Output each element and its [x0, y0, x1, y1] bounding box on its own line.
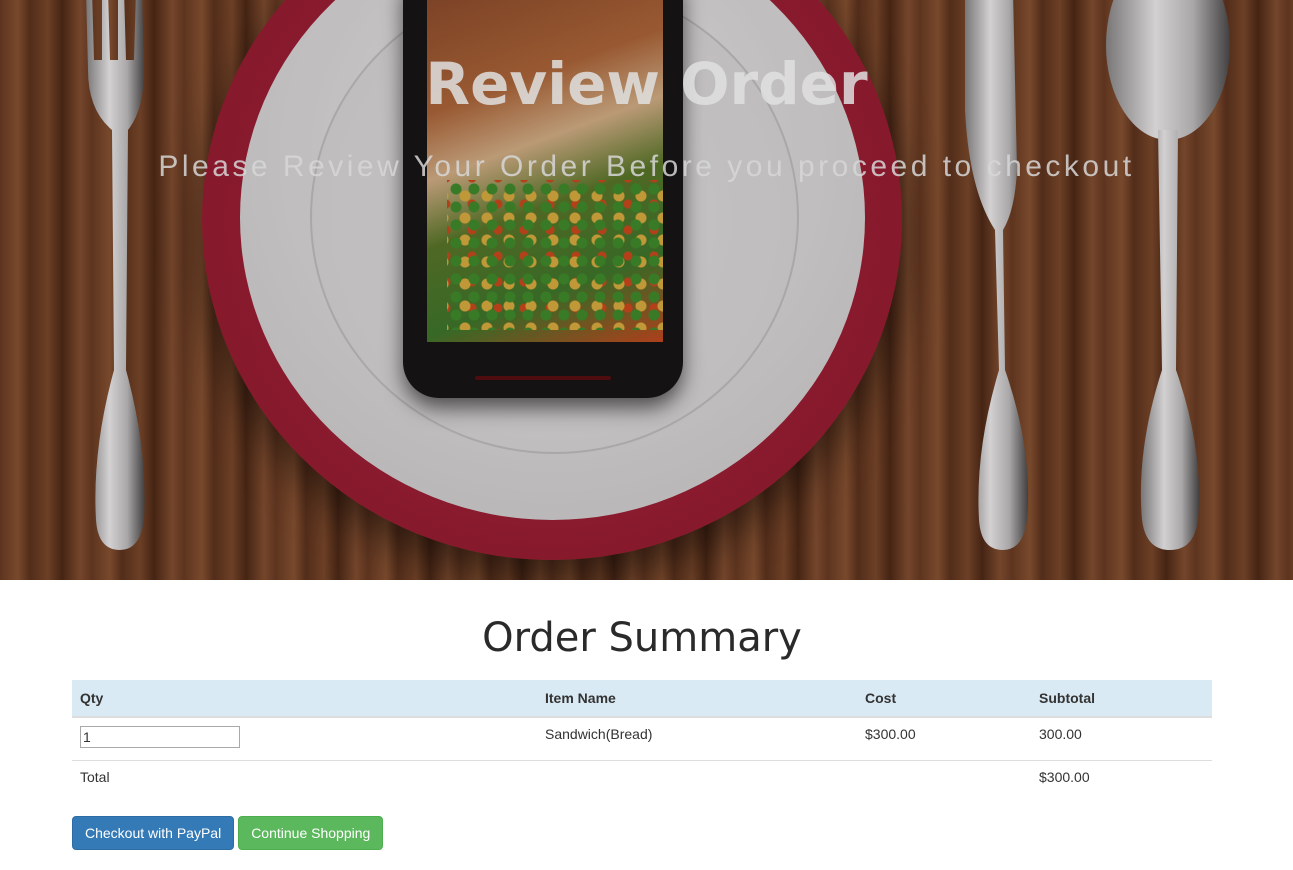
hero-subtitle: Please Review Your Order Before you proc…	[158, 150, 1135, 183]
table-header: Qty Item Name Cost Subtotal	[72, 680, 1212, 718]
total-row: Total $300.00	[72, 760, 1212, 803]
action-buttons: Checkout with PayPal Continue Shopping	[72, 816, 1212, 850]
order-table: Qty Item Name Cost Subtotal Sandwich(Bre…	[72, 680, 1212, 803]
hero-title: Review Order	[425, 50, 868, 118]
column-header-subtotal: Subtotal	[1031, 680, 1212, 718]
column-header-item-name: Item Name	[537, 680, 857, 718]
cost-cell: $300.00	[865, 726, 916, 742]
total-value: $300.00	[1031, 760, 1212, 803]
table-row: Sandwich(Bread) $300.00 300.00	[72, 717, 1212, 761]
continue-shopping-button[interactable]: Continue Shopping	[238, 816, 384, 850]
quantity-input[interactable]	[80, 726, 240, 748]
column-header-cost: Cost	[857, 680, 1031, 718]
order-summary-heading: Order Summary	[482, 615, 802, 661]
checkout-paypal-button[interactable]: Checkout with PayPal	[72, 816, 235, 850]
item-name-cell: Sandwich(Bread)	[545, 726, 653, 742]
column-header-qty: Qty	[72, 680, 537, 718]
hero-banner: Review Order Please Review Your Order Be…	[0, 0, 1293, 580]
total-label: Total	[72, 760, 537, 803]
order-summary-section: Order Summary Qty Item Name Cost Subtota…	[72, 615, 1212, 850]
subtotal-cell: 300.00	[1039, 726, 1082, 742]
